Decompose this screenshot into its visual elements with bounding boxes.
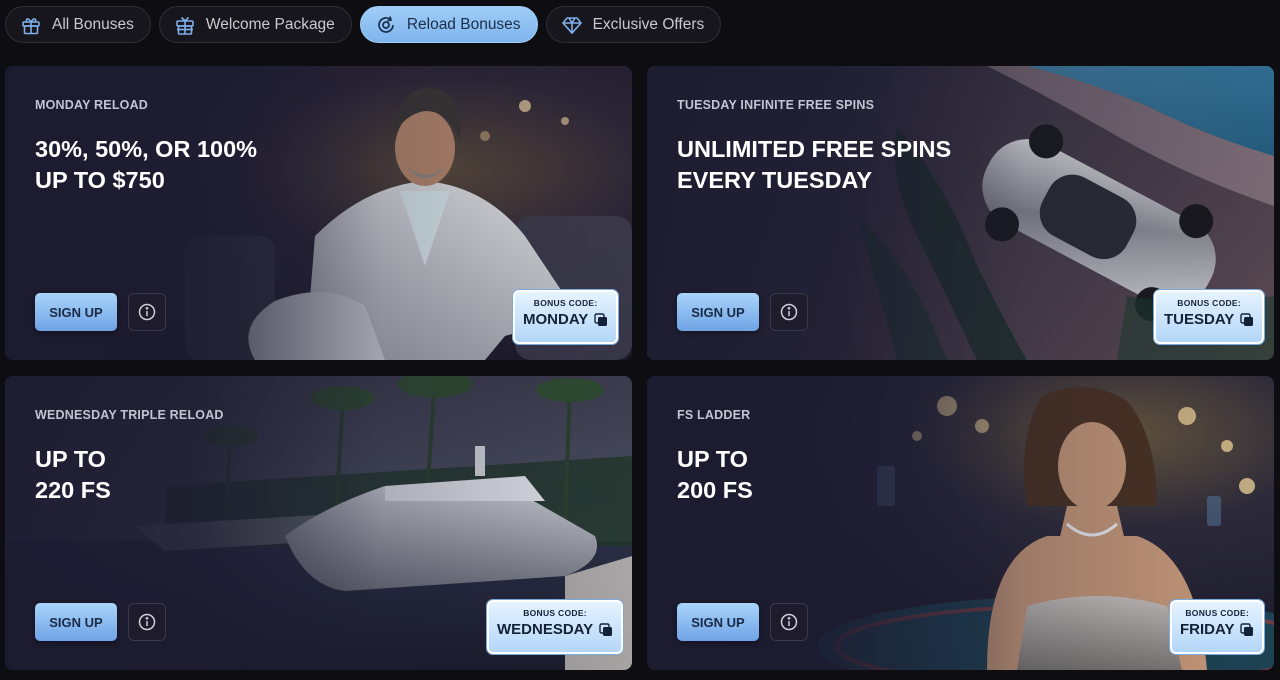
tab-welcome-package[interactable]: Welcome Package bbox=[158, 6, 352, 43]
bonus-code-value-row: WEDNESDAY bbox=[497, 621, 613, 638]
info-icon bbox=[138, 303, 156, 321]
headline-line-2: 200 FS bbox=[677, 477, 753, 503]
copy-icon bbox=[1240, 312, 1254, 326]
bonus-code-box[interactable]: BONUS CODE: TUESDAY bbox=[1154, 290, 1265, 344]
bonus-card-monday-reload: MONDAY RELOAD 30%, 50%, OR 100% UP TO $7… bbox=[5, 66, 632, 360]
copy-icon bbox=[594, 312, 608, 326]
tab-reload-bonuses[interactable]: Reload Bonuses bbox=[359, 6, 538, 43]
bonus-cards-grid: MONDAY RELOAD 30%, 50%, OR 100% UP TO $7… bbox=[5, 66, 1274, 670]
bonus-code-box[interactable]: BONUS CODE: WEDNESDAY bbox=[487, 600, 624, 654]
info-icon bbox=[780, 613, 798, 631]
bonus-code-label: BONUS CODE: bbox=[1177, 298, 1242, 308]
info-button[interactable] bbox=[128, 603, 166, 641]
bonus-card-fs-ladder: FS LADDER UP TO 200 FS SIGN UP BONUS COD… bbox=[647, 376, 1274, 670]
tab-label: Exclusive Offers bbox=[592, 15, 705, 33]
sign-up-button[interactable]: SIGN UP bbox=[35, 293, 117, 331]
gift-icon bbox=[20, 14, 42, 36]
diamond-icon bbox=[561, 14, 583, 36]
headline-line-1: 30%, 50%, OR 100% bbox=[35, 136, 258, 162]
info-icon bbox=[780, 303, 798, 321]
info-button[interactable] bbox=[770, 603, 808, 641]
bonus-code-value-row: FRIDAY bbox=[1180, 621, 1254, 638]
tab-all-bonuses[interactable]: All Bonuses bbox=[5, 6, 151, 43]
headline-line-2: 220 FS bbox=[35, 477, 111, 503]
headline-line-1: UP TO bbox=[677, 446, 748, 472]
bonus-card-tuesday-free-spins: TUESDAY INFINITE FREE SPINS UNLIMITED FR… bbox=[647, 66, 1274, 360]
bonus-code-box[interactable]: BONUS CODE: FRIDAY bbox=[1170, 600, 1265, 654]
reload-icon bbox=[375, 14, 397, 36]
bonus-code-value: FRIDAY bbox=[1180, 621, 1235, 638]
bonus-code-label: BONUS CODE: bbox=[523, 608, 587, 618]
card-eyebrow: FS LADDER bbox=[677, 408, 751, 422]
card-eyebrow: WEDNESDAY TRIPLE RELOAD bbox=[35, 408, 224, 422]
card-eyebrow: MONDAY RELOAD bbox=[35, 98, 149, 112]
info-button[interactable] bbox=[770, 293, 808, 331]
bonus-code-box[interactable]: BONUS CODE: MONDAY bbox=[513, 290, 619, 344]
card-headline: 30%, 50%, OR 100% UP TO $750 bbox=[35, 134, 257, 196]
bonus-code-value-row: MONDAY bbox=[523, 311, 608, 328]
bonus-code-value-row: TUESDAY bbox=[1164, 311, 1254, 328]
bonus-code-value: MONDAY bbox=[523, 311, 589, 328]
tab-exclusive-offers[interactable]: Exclusive Offers bbox=[545, 6, 722, 43]
headline-line-1: UP TO bbox=[35, 446, 106, 472]
info-icon bbox=[138, 613, 156, 631]
tab-label: Welcome Package bbox=[205, 15, 335, 33]
bonus-code-value: TUESDAY bbox=[1164, 311, 1235, 328]
headline-line-2: UP TO $750 bbox=[35, 167, 165, 193]
gift-box-icon bbox=[174, 14, 196, 36]
card-headline: UP TO 200 FS bbox=[677, 444, 753, 506]
bonus-category-tabs: All Bonuses Welcome Package Reload Bonus… bbox=[5, 6, 722, 43]
copy-icon bbox=[599, 622, 613, 636]
info-button[interactable] bbox=[128, 293, 166, 331]
bonus-code-label: BONUS CODE: bbox=[533, 298, 598, 308]
sign-up-button[interactable]: SIGN UP bbox=[677, 293, 759, 331]
copy-icon bbox=[1240, 622, 1254, 636]
bonus-code-value: WEDNESDAY bbox=[497, 621, 594, 638]
headline-line-2: EVERY TUESDAY bbox=[677, 167, 873, 193]
tab-label: Reload Bonuses bbox=[406, 15, 521, 33]
sign-up-button[interactable]: SIGN UP bbox=[35, 603, 117, 641]
card-headline: UNLIMITED FREE SPINS EVERY TUESDAY bbox=[677, 134, 951, 196]
bonus-card-wednesday-triple-reload: WEDNESDAY TRIPLE RELOAD UP TO 220 FS SIG… bbox=[5, 376, 632, 670]
bonus-code-label: BONUS CODE: bbox=[1185, 608, 1250, 618]
sign-up-button[interactable]: SIGN UP bbox=[677, 603, 759, 641]
card-headline: UP TO 220 FS bbox=[35, 444, 111, 506]
card-eyebrow: TUESDAY INFINITE FREE SPINS bbox=[677, 98, 875, 112]
tab-label: All Bonuses bbox=[52, 15, 134, 33]
headline-line-1: UNLIMITED FREE SPINS bbox=[677, 136, 952, 162]
